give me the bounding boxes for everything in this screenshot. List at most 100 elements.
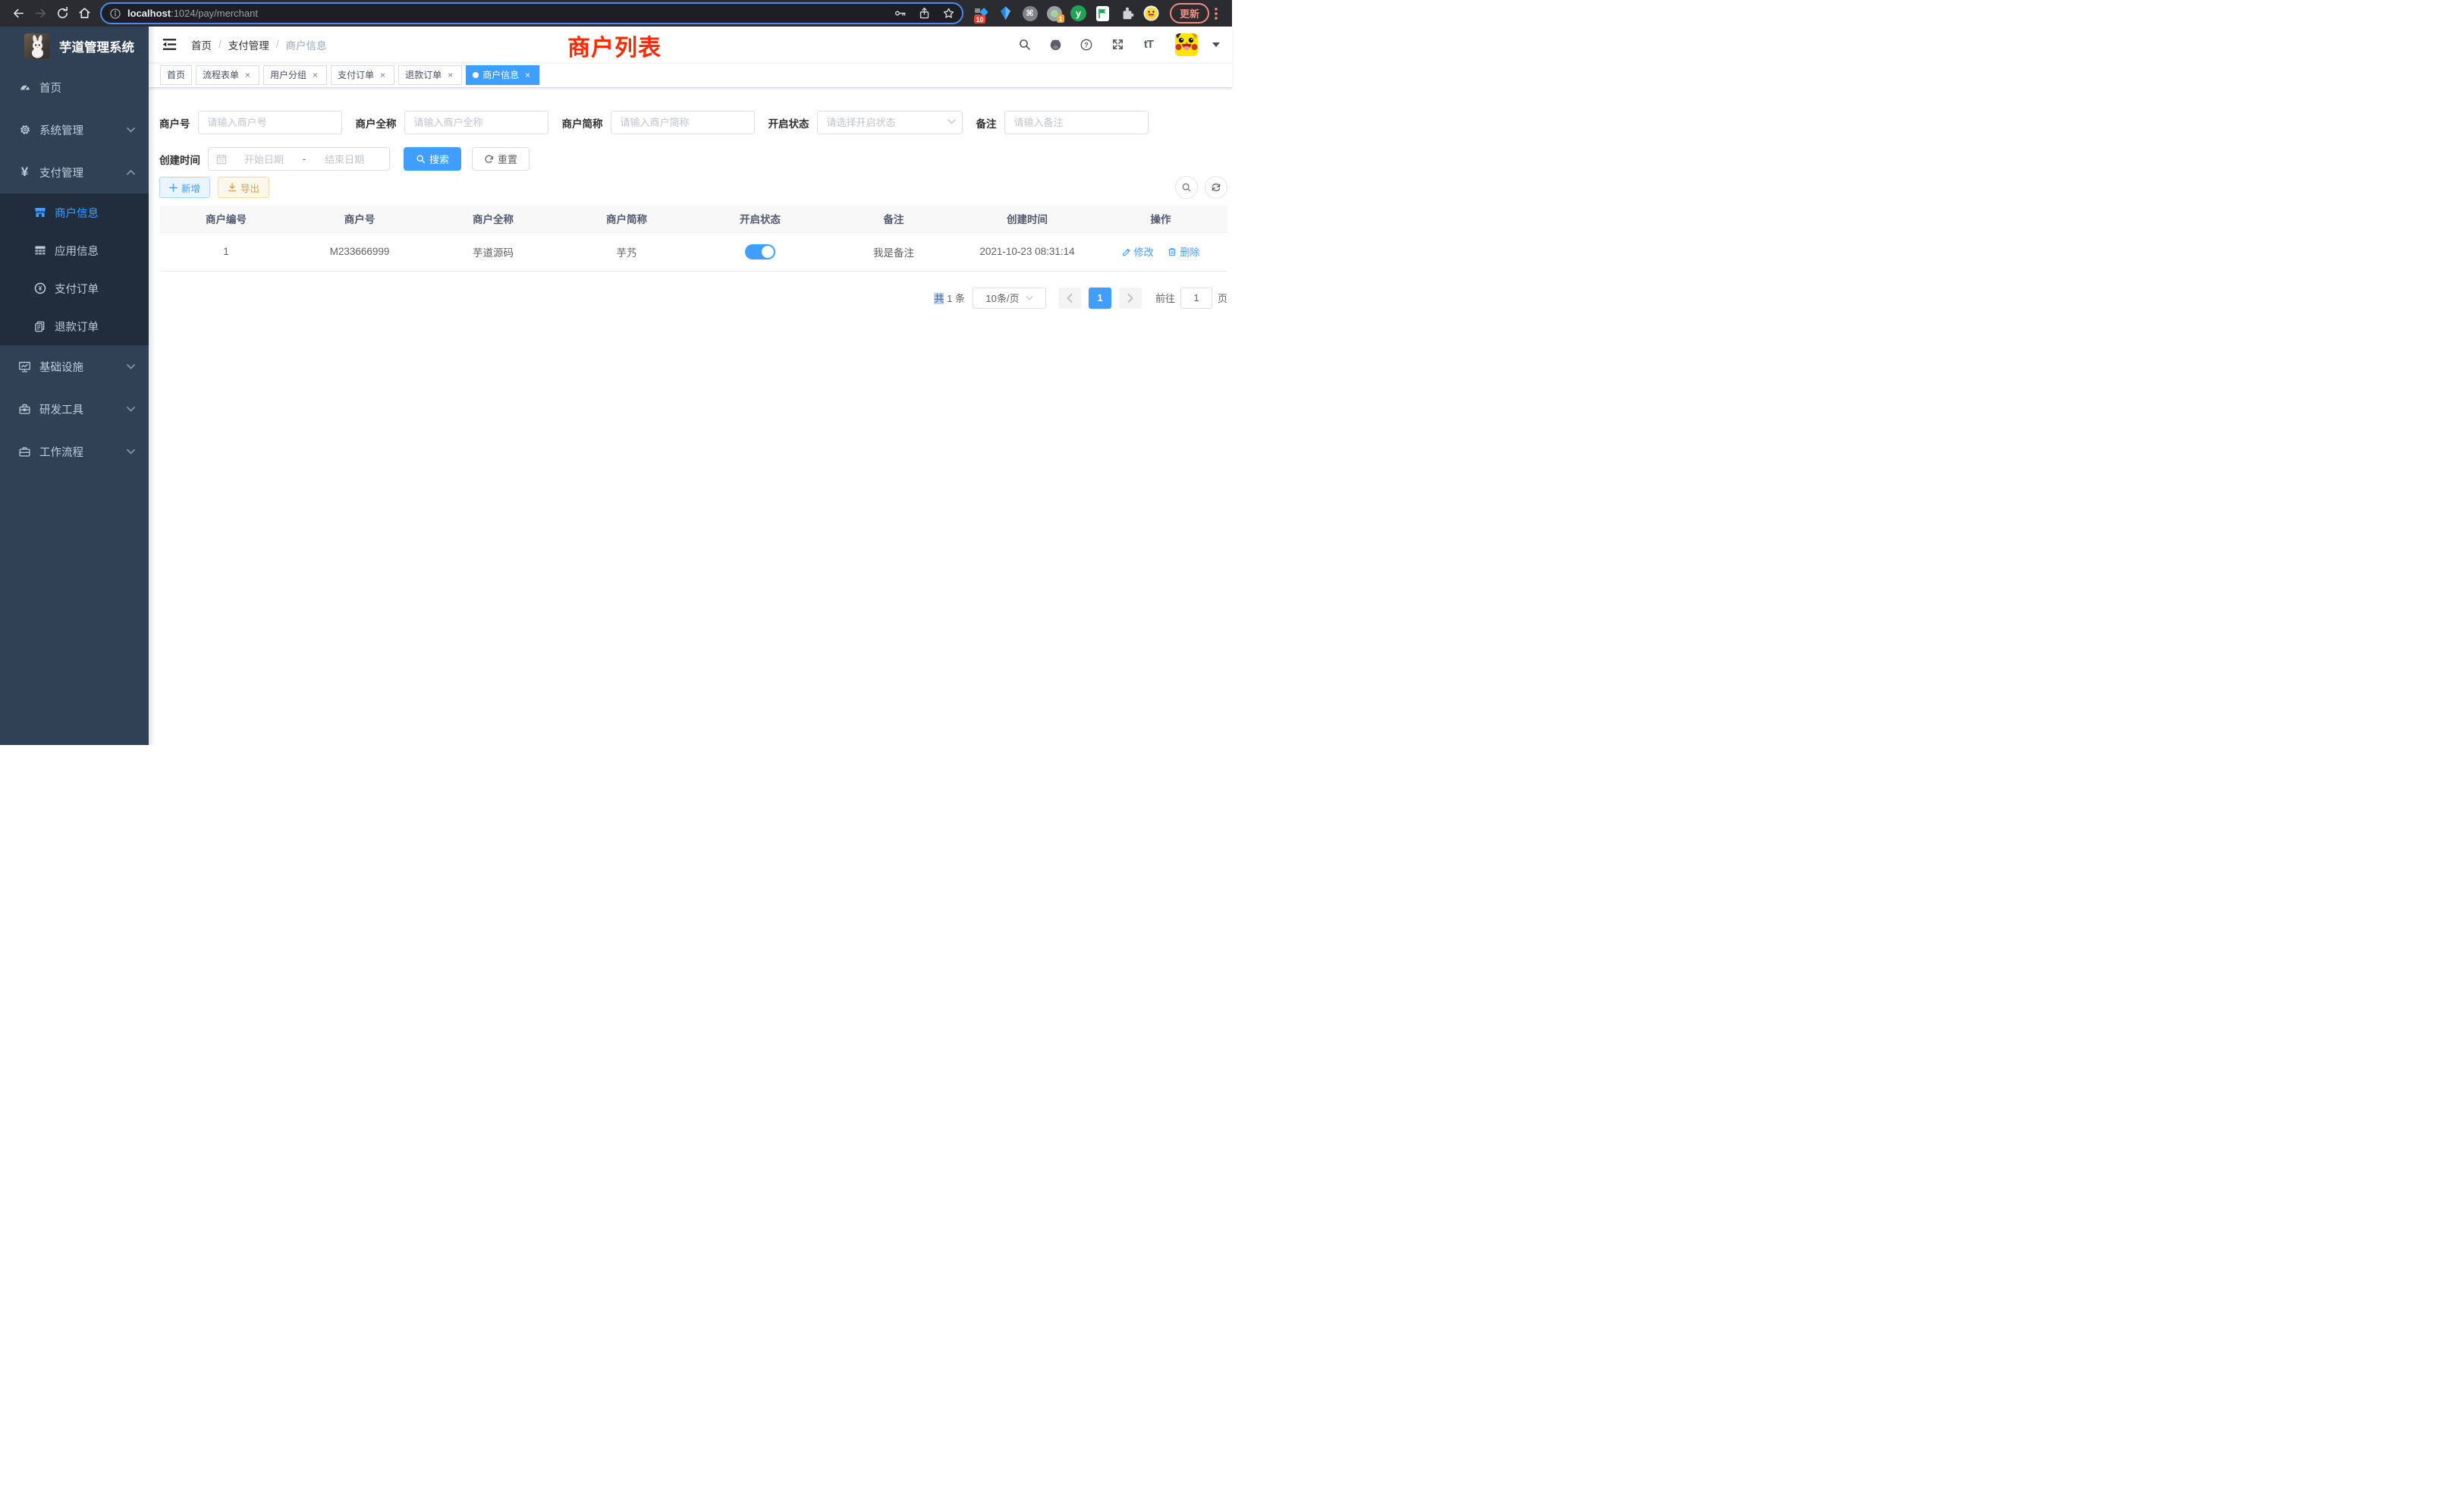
address-bar[interactable]: localhost:1024/pay/merchant [100, 2, 963, 24]
status-select[interactable] [817, 111, 963, 134]
goto-page-input[interactable] [1180, 288, 1212, 309]
extension-command-icon[interactable]: ⌘ [1022, 5, 1038, 21]
user-avatar[interactable] [1175, 33, 1198, 56]
home-icon [78, 7, 91, 20]
close-icon[interactable]: × [243, 70, 253, 80]
search-button[interactable]: 搜索 [404, 147, 461, 171]
coin-yen-icon: ¥ [34, 282, 46, 294]
extension-badge: 1 [1057, 14, 1064, 23]
remark-input[interactable] [1004, 111, 1149, 134]
browser-update-button[interactable]: 更新 [1170, 3, 1209, 24]
browser-forward-button[interactable] [30, 2, 52, 24]
extension-badge: 10 [974, 15, 985, 24]
balloon-icon [1000, 6, 1011, 20]
share-icon [918, 7, 931, 20]
sidebar-item-workflow[interactable]: 工作流程 [0, 430, 149, 473]
sidebar-item-home[interactable]: 首页 [0, 66, 149, 108]
status-toggle[interactable] [745, 244, 775, 259]
date-end-placeholder[interactable]: 结束日期 [307, 152, 382, 166]
chevron-left-icon [1067, 294, 1073, 303]
next-page-button[interactable] [1119, 288, 1142, 309]
extension-y-icon[interactable]: y [1070, 5, 1086, 21]
status-select-input[interactable] [817, 111, 963, 134]
password-key-button[interactable] [891, 5, 909, 23]
sidebar-item-devtools[interactable]: 研发工具 [0, 388, 149, 430]
cell-actions: 修改 删除 [1094, 232, 1227, 271]
help-button[interactable]: ? [1077, 36, 1095, 54]
short-name-input[interactable] [611, 111, 755, 134]
extension-flag-icon[interactable] [1095, 5, 1111, 21]
merchant-no-input[interactable] [198, 111, 342, 134]
tab-home[interactable]: 首页 [160, 65, 192, 85]
avatar-caret-button[interactable] [1212, 42, 1220, 47]
tab-user-group[interactable]: 用户分组× [263, 65, 327, 85]
url-text[interactable]: localhost:1024/pay/merchant [127, 8, 885, 19]
fullscreen-button[interactable] [1108, 36, 1127, 54]
sidebar-item-system[interactable]: 系统管理 [0, 108, 149, 151]
info-icon[interactable] [109, 8, 121, 20]
edit-link[interactable]: 修改 [1122, 244, 1154, 259]
github-button[interactable] [1046, 36, 1064, 54]
kebab-menu-icon [1215, 8, 1218, 20]
prev-page-button[interactable] [1058, 288, 1081, 309]
pagination-total: 共 1 条 [934, 291, 965, 305]
sidebar-item-infra[interactable]: 基础设施 [0, 345, 149, 388]
sidebar-item-app-info[interactable]: 应用信息 [0, 231, 149, 269]
fullscreen-icon [1111, 38, 1124, 51]
header-actions: ? tT [1015, 33, 1220, 56]
browser-reload-button[interactable] [52, 2, 74, 24]
browser-home-button[interactable] [74, 2, 96, 24]
delete-link-label: 删除 [1180, 244, 1199, 259]
tab-refund-order[interactable]: 退款订单× [398, 65, 462, 85]
export-button[interactable]: 导出 [218, 177, 269, 198]
monitor-chart-icon [18, 360, 31, 373]
page-1-button[interactable]: 1 [1089, 288, 1111, 309]
date-range-picker[interactable]: 开始日期 - 结束日期 [208, 147, 390, 171]
breadcrumb-pay[interactable]: 支付管理 [228, 37, 269, 52]
table-header-row: 商户编号 商户号 商户全称 商户简称 开启状态 备注 创建时间 操作 [159, 206, 1227, 232]
close-icon[interactable]: × [445, 70, 455, 80]
bookmark-star-button[interactable] [939, 5, 957, 23]
extension-profile-icon[interactable]: 1 [1046, 5, 1062, 21]
extension-blocks-icon[interactable]: 10 [973, 5, 989, 21]
breadcrumb-home[interactable]: 首页 [191, 37, 212, 52]
back-arrow-icon [12, 7, 25, 20]
extensions-puzzle-button[interactable] [1119, 5, 1135, 21]
font-size-button[interactable]: tT [1139, 36, 1158, 54]
edit-link-label: 修改 [1134, 244, 1154, 259]
extension-balloon-icon[interactable] [998, 5, 1014, 21]
browser-menu-button[interactable] [1215, 8, 1218, 20]
close-icon[interactable]: × [310, 70, 320, 80]
sidebar-item-pay[interactable]: ¥ 支付管理 [0, 151, 149, 193]
sidebar-item-refund-order[interactable]: 退款订单 [0, 307, 149, 345]
tab-process-form[interactable]: 流程表单× [196, 65, 259, 85]
col-full-name: 商户全称 [426, 206, 560, 232]
svg-text:?: ? [1084, 41, 1089, 49]
browser-back-button[interactable] [8, 2, 30, 24]
close-icon[interactable]: × [378, 70, 388, 80]
toggle-search-button[interactable] [1175, 176, 1198, 199]
coin-yen-icon: ¥ [33, 282, 46, 294]
briefcase-icon [18, 445, 31, 458]
header-search-button[interactable] [1015, 36, 1033, 54]
chevron-down-icon [127, 449, 135, 454]
sidebar-toggle-button[interactable] [161, 36, 178, 53]
share-button[interactable] [915, 5, 933, 23]
date-start-placeholder[interactable]: 开始日期 [227, 152, 301, 166]
refresh-table-button[interactable] [1205, 176, 1227, 199]
close-icon[interactable]: × [523, 70, 533, 80]
add-button[interactable]: 新增 [159, 177, 210, 198]
question-circle-icon: ? [1080, 38, 1093, 52]
page-size-select[interactable]: 10条/页 [973, 288, 1046, 309]
font-size-icon: tT [1144, 38, 1153, 51]
reset-button[interactable]: 重置 [472, 147, 530, 171]
delete-link[interactable]: 删除 [1168, 244, 1199, 259]
sidebar-item-merchant-info[interactable]: 商户信息 [0, 193, 149, 231]
tab-pay-order[interactable]: 支付订单× [331, 65, 394, 85]
full-name-input[interactable] [404, 111, 548, 134]
storefront-icon [33, 206, 46, 218]
browser-profile-avatar[interactable] [1143, 5, 1159, 21]
sidebar-item-pay-order[interactable]: ¥ 支付订单 [0, 269, 149, 307]
sidebar-item-label: 系统管理 [39, 122, 83, 138]
tab-merchant-info[interactable]: 商户信息× [466, 65, 539, 85]
